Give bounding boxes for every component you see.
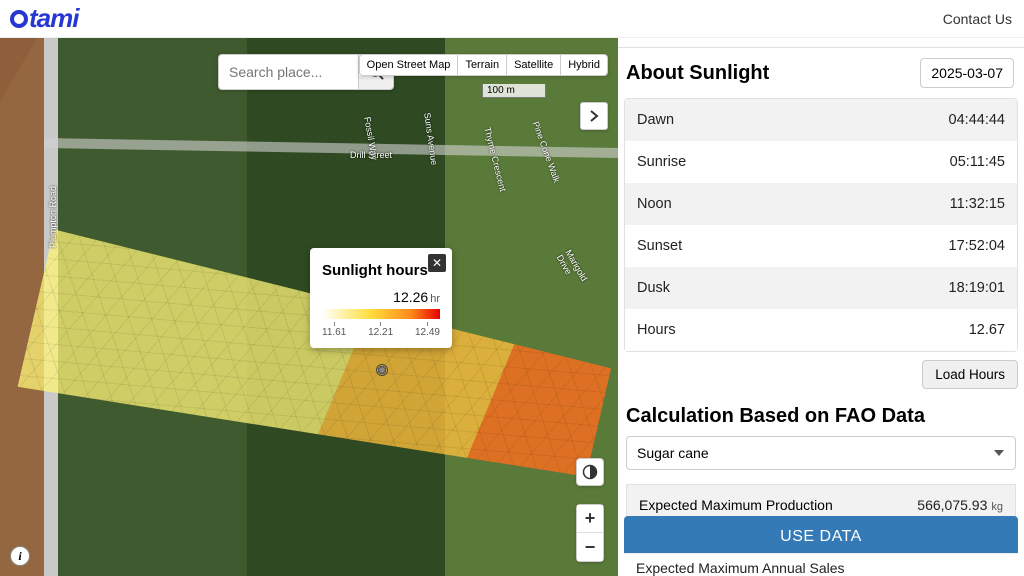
collapse-panel-button[interactable]: [580, 102, 608, 130]
zoom-out-button[interactable]: −: [577, 533, 603, 561]
map-scale: 100 m: [482, 84, 546, 98]
row-key: Hours: [637, 322, 676, 338]
use-data-button[interactable]: USE DATA: [624, 516, 1018, 558]
tick-max: 12.49: [415, 322, 440, 338]
logo-o-icon: [10, 10, 28, 28]
row-key: Dawn: [637, 112, 674, 128]
panel-top-divider: [618, 38, 1024, 48]
row-value: 05:11:45: [950, 154, 1005, 170]
logo-text: tami: [29, 3, 78, 34]
row-value-unit: kg: [991, 501, 1003, 513]
popup-title: Sunlight hours: [322, 262, 440, 279]
tick-mid: 12.21: [368, 322, 393, 338]
data-panel: About Sunlight 2025-03-07 Dawn 04:44:44 S…: [618, 38, 1024, 576]
row-value: 04:44:44: [949, 112, 1005, 128]
contact-link[interactable]: Contact Us: [943, 11, 1012, 27]
table-row: Hours 12.67: [625, 309, 1017, 351]
close-icon: ✕: [432, 256, 442, 270]
zoom-in-button[interactable]: +: [577, 505, 603, 533]
calculation-heading: Calculation Based on FAO Data: [626, 405, 1016, 428]
table-row: Dusk 18:19:01: [625, 267, 1017, 309]
tick-min: 11.61: [322, 322, 346, 338]
row-key: Dusk: [637, 280, 670, 296]
table-row: Expected Maximum Annual Sales: [624, 553, 1018, 576]
contrast-toggle-button[interactable]: [576, 458, 604, 486]
row-key: Sunset: [637, 238, 682, 254]
chevron-right-icon: [589, 110, 599, 122]
row-key: Noon: [637, 196, 672, 212]
info-icon: i: [18, 549, 21, 564]
row-value: 11:32:15: [950, 196, 1005, 212]
popup-value: 12.26hr: [322, 289, 440, 305]
row-value: 18:19:01: [949, 280, 1005, 296]
layer-osm-button[interactable]: Open Street Map: [359, 54, 459, 76]
popup-value-number: 12.26: [393, 289, 428, 305]
row-value: 12.67: [969, 322, 1005, 338]
sunlight-table: Dawn 04:44:44 Sunrise 05:11:45 Noon 11:32:1…: [624, 98, 1018, 352]
crop-select[interactable]: Sugar cane: [626, 436, 1016, 470]
map-pane[interactable]: Plumpton Road Drill Street Fossil Way Su…: [0, 38, 618, 576]
row-key: Sunrise: [637, 154, 686, 170]
plus-icon: +: [585, 508, 596, 528]
layer-satellite-button[interactable]: Satellite: [506, 54, 561, 76]
popup-value-unit: hr: [430, 293, 440, 305]
table-row: Sunset 17:52:04: [625, 225, 1017, 267]
zoom-control: + −: [576, 504, 604, 562]
layer-hybrid-button[interactable]: Hybrid: [560, 54, 608, 76]
layer-terrain-button[interactable]: Terrain: [457, 54, 507, 76]
search-input[interactable]: [218, 54, 358, 90]
row-value: 566,075.93 kg: [917, 497, 1003, 513]
gradient-ticks: 11.61 12.21 12.49: [322, 322, 440, 338]
row-value: 17:52:04: [949, 238, 1005, 254]
map-layer-switcher: Open Street Map Terrain Satellite Hybrid: [359, 54, 608, 76]
row-value-number: 566,075.93: [917, 497, 987, 513]
brand-logo: tami: [10, 3, 78, 34]
table-row: Sunrise 05:11:45: [625, 141, 1017, 183]
table-row: Noon 11:32:15: [625, 183, 1017, 225]
sunlight-popup: ✕ Sunlight hours 12.26hr 11.61 12.21 12.…: [310, 248, 452, 348]
table-row: Dawn 04:44:44: [625, 99, 1017, 141]
contrast-icon: [582, 464, 598, 480]
load-hours-button[interactable]: Load Hours: [922, 360, 1018, 389]
sunlight-heading: About Sunlight: [626, 62, 769, 85]
color-gradient-legend: [322, 309, 440, 319]
popup-close-button[interactable]: ✕: [428, 254, 446, 272]
date-picker[interactable]: 2025-03-07: [920, 58, 1014, 88]
map-pin-icon[interactable]: [376, 364, 388, 376]
minus-icon: −: [585, 537, 596, 557]
map-attribution-button[interactable]: i: [10, 546, 30, 566]
row-key: Expected Maximum Production: [639, 497, 833, 513]
